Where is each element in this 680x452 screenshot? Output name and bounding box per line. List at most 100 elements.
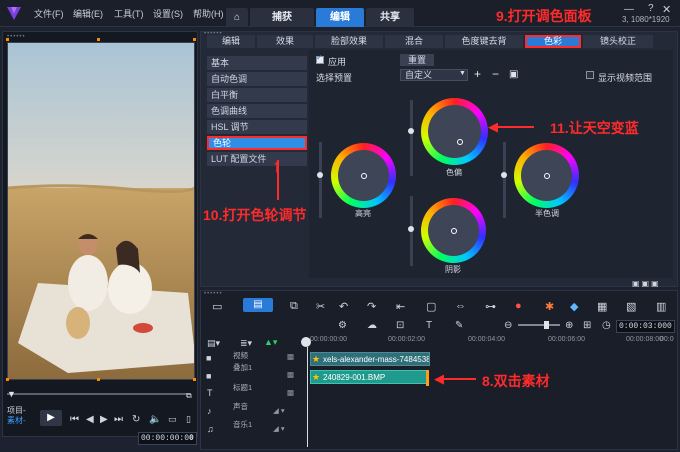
- midtone-wheel[interactable]: [514, 143, 579, 208]
- highlight-slider-knob[interactable]: [317, 172, 323, 178]
- preset-select[interactable]: 自定义: [400, 69, 468, 81]
- minimize-icon[interactable]: —: [624, 4, 634, 15]
- timecode-spin-icon[interactable]: ⇕: [188, 433, 195, 442]
- tab-capture[interactable]: 捕获: [250, 8, 314, 27]
- subtitle-icon[interactable]: ✱: [545, 300, 554, 313]
- undo-icon[interactable]: ↶: [339, 300, 348, 313]
- settings-icon[interactable]: ▭: [168, 414, 177, 425]
- next-frame-icon[interactable]: ▶: [100, 414, 108, 425]
- timeline-handle[interactable]: ••••••: [204, 291, 223, 297]
- subtab-face-effects[interactable]: 脸部效果: [315, 35, 383, 48]
- zoom-in-icon[interactable]: ⊕: [565, 320, 573, 331]
- split-icon[interactable]: ▯: [186, 414, 191, 425]
- add-preset-icon[interactable]: +: [474, 67, 481, 81]
- drag-handle[interactable]: ••••••: [7, 34, 26, 40]
- playhead-icon[interactable]: ▼: [7, 389, 16, 399]
- play-button[interactable]: ▶: [40, 410, 62, 426]
- video-preview[interactable]: [7, 42, 195, 380]
- highlight-wheel[interactable]: [331, 143, 396, 208]
- end-icon[interactable]: ⏭: [114, 414, 123, 425]
- midtone-slider[interactable]: [503, 142, 506, 218]
- show-scope-checkbox[interactable]: [586, 71, 594, 79]
- color-menu-auto-tone[interactable]: 自动色调: [207, 72, 307, 86]
- crop-handle[interactable]: [193, 378, 196, 381]
- overlay-track-header[interactable]: ■ 叠加1 ▩: [201, 363, 307, 386]
- crop-handle[interactable]: [193, 38, 196, 41]
- timeline-ruler[interactable]: 00:00:00:00 00:00:02:00 00:00:04:00 00:0…: [308, 336, 674, 346]
- storyboard-view-icon[interactable]: ▭: [212, 300, 222, 313]
- track-manager-icon[interactable]: ▤▾: [207, 338, 220, 349]
- timeline-view-icon[interactable]: ▤: [243, 298, 273, 312]
- color-menu-tone-curve[interactable]: 色调曲线: [207, 104, 307, 118]
- pan-zoom-icon[interactable]: ☁: [367, 320, 377, 331]
- color-menu-basic[interactable]: 基本: [207, 56, 307, 70]
- video-clip[interactable]: xels-alexander-mass-748453803: [310, 352, 430, 366]
- track-lock-icon[interactable]: ▩: [287, 352, 294, 361]
- track-lock-icon[interactable]: ▩: [287, 388, 294, 397]
- clip-mode[interactable]: 素材-: [7, 416, 26, 426]
- menu-tools[interactable]: 工具(T): [114, 7, 144, 20]
- color-menu-color-wheel[interactable]: 色轮: [207, 136, 307, 150]
- fit-icon[interactable]: ⇤: [396, 300, 405, 313]
- audio-mix-icon[interactable]: ⇔: [455, 300, 466, 312]
- record-icon[interactable]: ▢: [426, 300, 436, 313]
- music-track-header[interactable]: ♫ 音乐1 ◢ ▾: [201, 420, 307, 440]
- template-icon[interactable]: ▧: [626, 300, 636, 313]
- crop-handle[interactable]: [6, 38, 9, 41]
- menu-settings[interactable]: 设置(S): [153, 7, 183, 20]
- copy-icon[interactable]: ⧉: [290, 300, 298, 313]
- enlarge-icon[interactable]: ⧉: [186, 391, 192, 401]
- zoom-slider-knob[interactable]: [544, 321, 549, 329]
- zoom-slider[interactable]: [518, 324, 560, 326]
- shadow-slider-knob[interactable]: [408, 226, 414, 232]
- paint-icon[interactable]: ✎: [455, 320, 463, 331]
- voice-track-header[interactable]: ♪ 声音 ◢ ▾: [201, 402, 307, 422]
- crop-handle[interactable]: [97, 38, 100, 41]
- menu-file[interactable]: 文件(F): [34, 7, 64, 20]
- tools-icon[interactable]: ✂: [316, 300, 325, 313]
- hue-wheel-handle[interactable]: [456, 139, 463, 146]
- zoom-out-icon[interactable]: ⊖: [504, 320, 512, 331]
- color-menu-white-balance[interactable]: 白平衡: [207, 88, 307, 102]
- add-track-icon[interactable]: ▲▾: [264, 337, 277, 348]
- prev-frame-icon[interactable]: ◀: [86, 414, 94, 425]
- fit-project-icon[interactable]: ⊞: [583, 320, 591, 331]
- repeat-icon[interactable]: ↻: [132, 414, 140, 425]
- video-track-header[interactable]: ■ 视频 ▩: [201, 350, 307, 368]
- redo-icon[interactable]: ↷: [367, 300, 376, 313]
- midtone-wheel-handle[interactable]: [543, 172, 550, 179]
- reset-button[interactable]: 重置: [400, 54, 434, 66]
- volume-icon[interactable]: 🔈: [149, 414, 161, 425]
- color-menu-hsl[interactable]: HSL 调节: [207, 120, 307, 134]
- tab-edit[interactable]: 编辑: [316, 8, 364, 27]
- subtab-chroma-key[interactable]: 色度键去背: [445, 35, 523, 48]
- shadow-wheel[interactable]: [421, 198, 486, 263]
- save-preset-icon[interactable]: ▣: [509, 69, 518, 80]
- subtab-color[interactable]: 色彩: [525, 35, 581, 48]
- help-icon[interactable]: ?: [648, 3, 654, 14]
- clock-icon[interactable]: ◷: [602, 320, 611, 331]
- crop-icon[interactable]: ⊡: [396, 320, 404, 331]
- color-menu-lut[interactable]: LUT 配置文件: [207, 152, 307, 166]
- speed-icon[interactable]: ⚙: [338, 320, 347, 331]
- subtab-effects[interactable]: 效果: [257, 35, 313, 48]
- tab-share[interactable]: 共享: [366, 8, 414, 27]
- title-track-header[interactable]: T 标题1 ▩: [201, 383, 307, 404]
- menu-edit[interactable]: 编辑(E): [73, 7, 103, 20]
- menu-help[interactable]: 帮助(H): [193, 7, 224, 20]
- motion-icon[interactable]: ●: [515, 300, 522, 312]
- crop-handle[interactable]: [6, 378, 9, 381]
- multicam-icon[interactable]: ▦: [597, 300, 607, 313]
- scrub-bar[interactable]: [7, 393, 191, 395]
- highlight-slider[interactable]: [319, 142, 322, 218]
- chapter-icon[interactable]: ≣▾: [240, 338, 252, 349]
- panel-view-icons[interactable]: ▣▣▣: [632, 279, 661, 288]
- project-mode[interactable]: 项目-: [7, 406, 26, 416]
- shadow-wheel-handle[interactable]: [450, 227, 457, 234]
- home-icon[interactable]: ⌂: [226, 8, 248, 27]
- remove-preset-icon[interactable]: −: [492, 67, 499, 81]
- title-icon[interactable]: T: [426, 320, 432, 331]
- hue-slider[interactable]: [410, 100, 413, 176]
- overlay-clip[interactable]: 240829-001.BMP: [310, 370, 428, 384]
- track-volume-icon[interactable]: ◢ ▾: [273, 424, 285, 433]
